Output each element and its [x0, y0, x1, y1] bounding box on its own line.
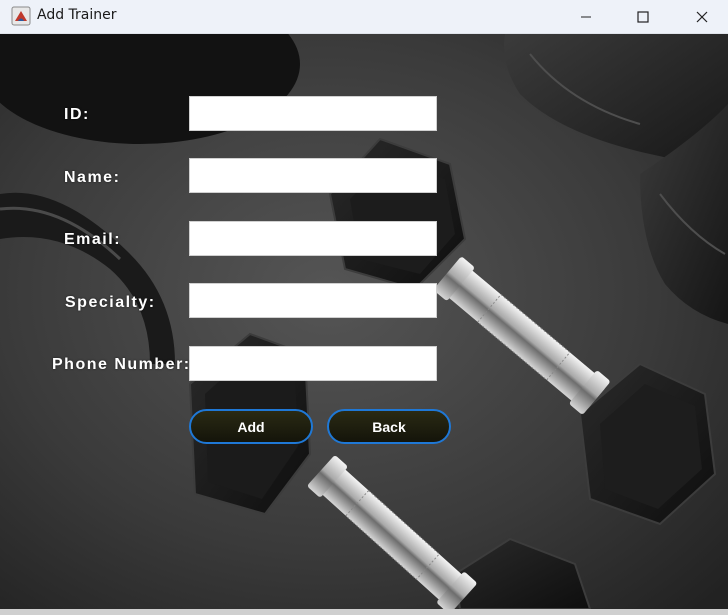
title-bar[interactable]: Add Trainer	[0, 0, 728, 34]
minimize-button[interactable]	[563, 0, 609, 33]
close-icon	[696, 11, 708, 22]
specialty-label: Specialty:	[65, 294, 156, 311]
window-title: Add Trainer	[37, 7, 117, 23]
name-field[interactable]	[189, 158, 437, 193]
back-button[interactable]: Back	[327, 409, 451, 444]
close-button[interactable]	[679, 0, 725, 33]
email-field[interactable]	[189, 221, 437, 256]
form-panel: ID: Name: Email: Specialty: Phone Number…	[0, 34, 728, 609]
minimize-icon	[581, 16, 591, 17]
email-label: Email:	[64, 231, 122, 248]
add-button[interactable]: Add	[189, 409, 313, 444]
phone-number-label: Phone Number:	[52, 356, 191, 373]
id-field[interactable]	[189, 96, 437, 131]
name-label: Name:	[64, 169, 121, 186]
add-trainer-window: Add Trainer ID: Name: Email: Specialty: …	[0, 0, 728, 615]
maximize-icon	[637, 10, 649, 23]
id-label: ID:	[64, 106, 90, 123]
specialty-field[interactable]	[189, 283, 437, 318]
maximize-button[interactable]	[620, 0, 666, 33]
window-bottom-border	[0, 609, 728, 615]
phone-number-field[interactable]	[189, 346, 437, 381]
java-app-icon	[11, 6, 31, 26]
